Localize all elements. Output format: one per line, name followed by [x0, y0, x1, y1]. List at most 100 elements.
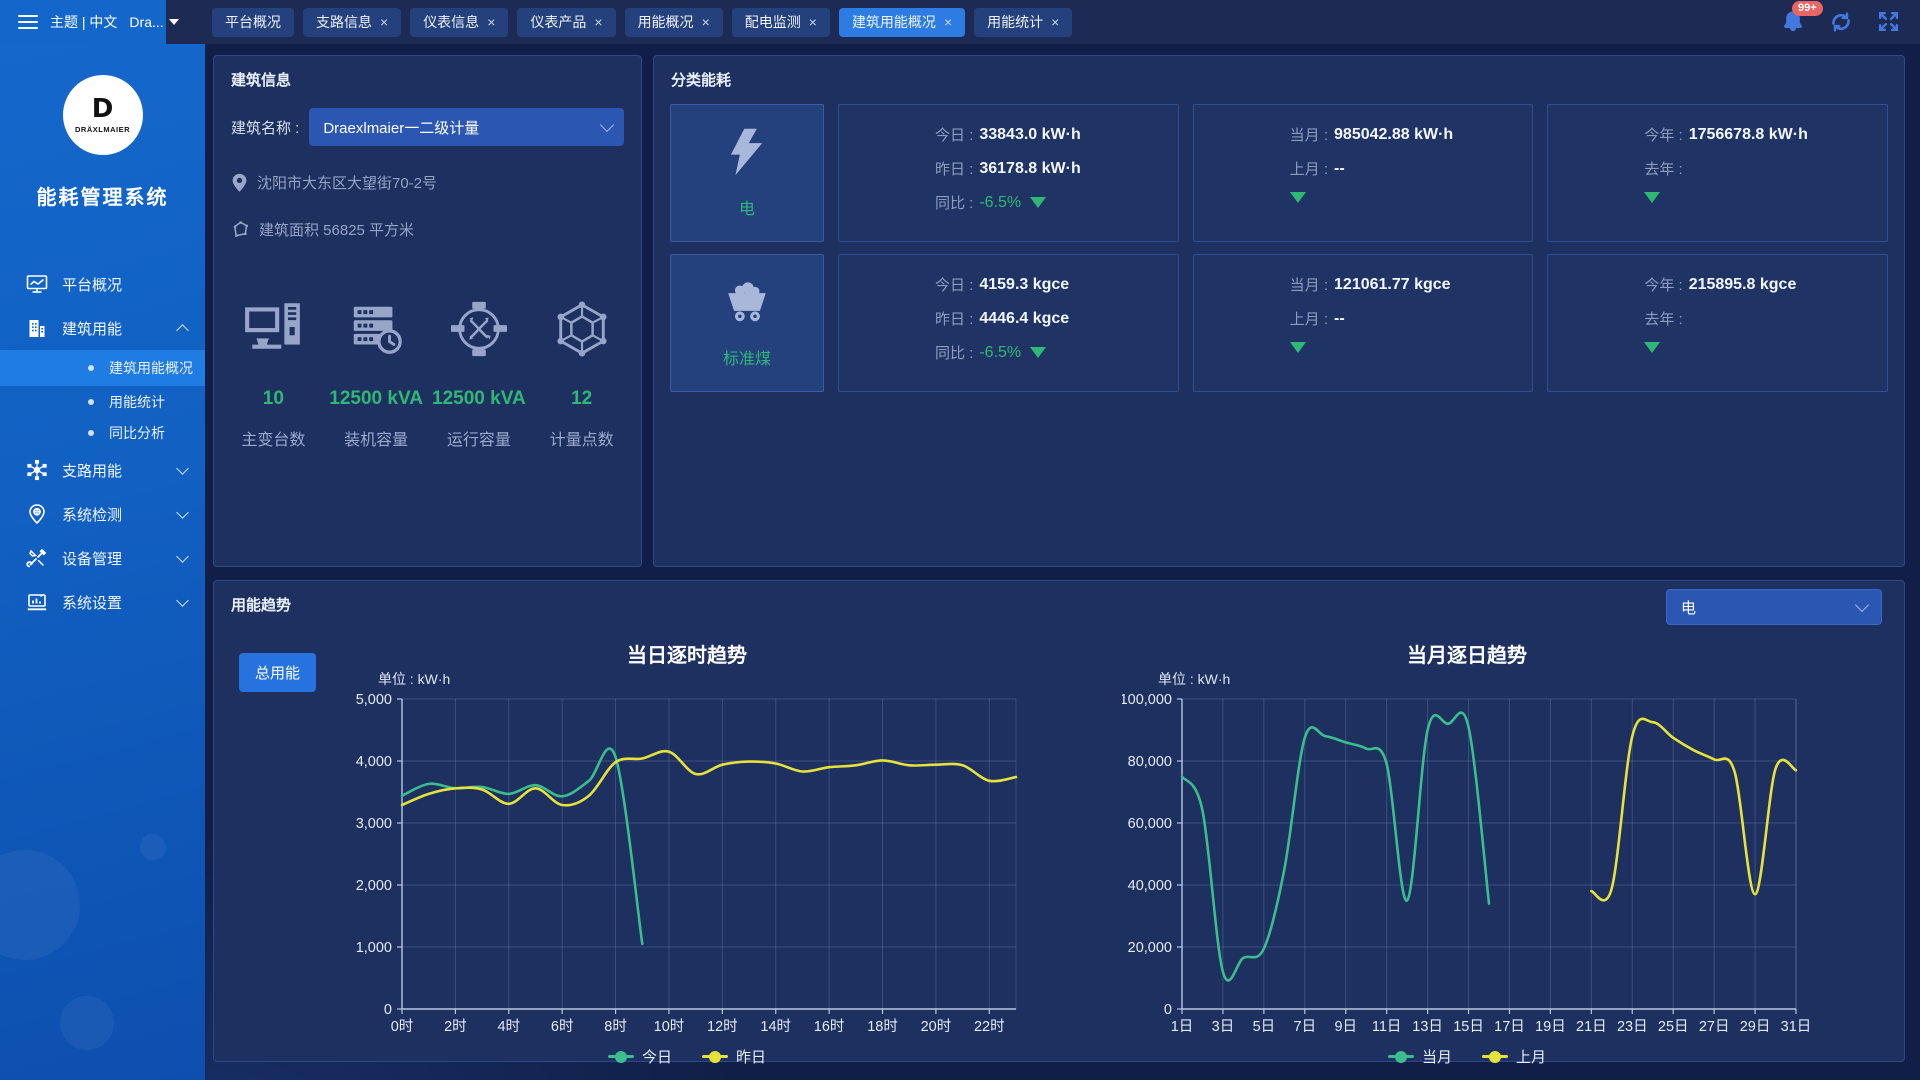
- trend-down-icon: [1290, 342, 1306, 353]
- workstation-icon: [222, 280, 325, 358]
- svg-text:20时: 20时: [921, 1018, 952, 1035]
- svg-text:15日: 15日: [1453, 1019, 1484, 1035]
- energy-trend-panel: 用能趋势 电 总用能 当日逐时趋势单位 : kW·h01,0002,0003,0…: [213, 580, 1905, 1062]
- sidebar-item-系统检测[interactable]: 系统检测: [0, 492, 205, 536]
- card-line: 当月 :985042.88 kW·h: [1290, 124, 1523, 145]
- tab-close-icon[interactable]: ×: [809, 15, 817, 29]
- tab-仪表产品[interactable]: 仪表产品×: [517, 8, 615, 37]
- card-line-label: 昨日 :: [935, 158, 973, 179]
- svg-text:18时: 18时: [867, 1018, 898, 1035]
- sidebar-subitem-同比分析[interactable]: 同比分析: [0, 417, 205, 448]
- map-pin-icon: [26, 503, 48, 525]
- sidebar-subitem-用能统计[interactable]: 用能统计: [0, 386, 205, 417]
- profile-dropdown[interactable]: Dra...: [129, 14, 178, 30]
- tab-close-icon[interactable]: ×: [380, 15, 388, 29]
- category-row-标准煤: 标准煤今日 :4159.3 kgce昨日 :4446.4 kgce同比 :-6.…: [670, 254, 1888, 392]
- energy-type-select[interactable]: 电: [1666, 589, 1882, 625]
- tab-仪表信息[interactable]: 仪表信息 ×: [410, 8, 508, 37]
- category-card: 今年 :215895.8 kgce去年 :: [1547, 254, 1888, 392]
- sidebar-subitem-建筑用能概况[interactable]: 建筑用能概况: [0, 350, 205, 386]
- tab-建筑用能概况[interactable]: 建筑用能概况×: [839, 8, 965, 37]
- svg-text:80,000: 80,000: [1128, 754, 1172, 770]
- tab-用能统计[interactable]: 用能统计×: [974, 8, 1072, 37]
- svg-text:12时: 12时: [707, 1018, 738, 1035]
- tab-配电监测[interactable]: 配电监测×: [732, 8, 830, 37]
- stat-label: 计量点数: [530, 426, 633, 450]
- sidebar-item-平台概况[interactable]: 平台概况: [0, 262, 205, 306]
- tab-平台概况[interactable]: 平台概况: [212, 8, 294, 37]
- sidebar-menu: 平台概况建筑用能建筑用能概况用能统计同比分析支路用能系统检测设备管理系统设置: [0, 262, 205, 624]
- total-energy-button[interactable]: 总用能: [239, 653, 316, 692]
- card-line-value: 36178.8 kW·h: [979, 160, 1080, 178]
- legend-item-昨日[interactable]: 昨日: [702, 1046, 766, 1067]
- tab-close-icon[interactable]: ×: [702, 15, 710, 29]
- sidebar-item-label: 设备管理: [62, 548, 122, 569]
- card-line-value: 4159.3 kgce: [979, 276, 1069, 294]
- tools-icon: [26, 547, 48, 569]
- legend-marker-icon: [1388, 1055, 1414, 1058]
- svg-text:2时: 2时: [444, 1018, 467, 1035]
- company-logo: D DRÄXLMAIER: [63, 75, 143, 155]
- card-line-label: 今年 :: [1644, 124, 1682, 145]
- chart-unit-label: 单位 : kW·h: [1158, 669, 1812, 689]
- card-line: 上月 :--: [1290, 308, 1523, 329]
- sidebar-item-label: 系统设置: [62, 592, 122, 613]
- legend-marker-icon: [1482, 1055, 1508, 1058]
- building-icon: [26, 317, 48, 339]
- sidebar-item-系统设置[interactable]: 系统设置: [0, 580, 205, 624]
- card-line-value: -6.5%: [979, 194, 1021, 212]
- chevron-down-icon: [176, 506, 189, 519]
- category-card: 今日 :33843.0 kW·h昨日 :36178.8 kW·h同比 :-6.5…: [838, 104, 1179, 242]
- sidebar-item-支路用能[interactable]: 支路用能: [0, 448, 205, 492]
- tab-close-icon[interactable]: ×: [487, 15, 495, 29]
- refresh-icon[interactable]: [1828, 9, 1854, 35]
- svg-text:3日: 3日: [1212, 1019, 1235, 1035]
- card-line: 同比 :-6.5%: [935, 342, 1168, 363]
- tab-用能概况[interactable]: 用能概况×: [625, 8, 723, 37]
- hamburger-menu-icon[interactable]: [18, 15, 38, 29]
- minecart-icon: [722, 277, 772, 332]
- topbar: 主题 | 中文 Dra... 平台概况支路信息×仪表信息×仪表产品×用能概况×配…: [0, 0, 1920, 44]
- category-rows: 电今日 :33843.0 kW·h昨日 :36178.8 kW·h同比 :-6.…: [670, 104, 1888, 392]
- server-clock-icon: [325, 280, 428, 358]
- card-line: 去年 :: [1644, 308, 1877, 329]
- chevron-down-icon: [176, 462, 189, 475]
- theme-language-label[interactable]: 主题 | 中文: [50, 12, 117, 32]
- card-trend-line: [1644, 342, 1877, 353]
- card-line-value: 215895.8 kgce: [1689, 276, 1797, 294]
- legend-item-上月[interactable]: 上月: [1482, 1046, 1546, 1067]
- legend-item-当月[interactable]: 当月: [1388, 1046, 1452, 1067]
- card-line-value: 121061.77 kgce: [1334, 276, 1451, 294]
- fullscreen-icon[interactable]: [1876, 9, 1902, 35]
- profile-label: Dra...: [129, 14, 163, 30]
- card-line: 昨日 : 36178.8 kW·h: [935, 158, 1168, 179]
- sidebar-item-建筑用能[interactable]: 建筑用能: [0, 306, 205, 350]
- sidebar-item-label: 建筑用能: [62, 318, 122, 339]
- tab-支路信息[interactable]: 支路信息×: [303, 8, 401, 37]
- svg-text:17日: 17日: [1494, 1019, 1525, 1035]
- tab-label: 仪表信息: [423, 12, 479, 32]
- tab-close-icon[interactable]: ×: [944, 15, 952, 29]
- tab-close-icon[interactable]: ×: [1051, 15, 1059, 29]
- sidebar-subitem-label: 用能统计: [109, 392, 165, 412]
- card-line: 昨日 :4446.4 kgce: [935, 308, 1168, 329]
- svg-text:29日: 29日: [1740, 1019, 1771, 1035]
- trend-down-icon: [1290, 192, 1306, 203]
- sidebar-item-设备管理[interactable]: 设备管理: [0, 536, 205, 580]
- card-line: 今日 :33843.0 kW·h: [935, 124, 1168, 145]
- tab-close-icon[interactable]: ×: [594, 15, 602, 29]
- svg-text:25日: 25日: [1658, 1019, 1689, 1035]
- svg-text:8时: 8时: [604, 1018, 627, 1035]
- notifications-bell-icon[interactable]: 99+: [1780, 9, 1806, 35]
- decor-bubble: [0, 850, 80, 960]
- building-stat-计量点数: 12计量点数: [530, 280, 633, 450]
- category-row-电: 电今日 :33843.0 kW·h昨日 :36178.8 kW·h同比 :-6.…: [670, 104, 1888, 242]
- stat-label: 装机容量: [325, 426, 428, 450]
- svg-text:1,000: 1,000: [356, 940, 392, 956]
- svg-text:10时: 10时: [654, 1018, 685, 1035]
- legend-item-今日[interactable]: 今日: [608, 1046, 672, 1067]
- location-pin-icon: [231, 173, 248, 193]
- svg-text:21日: 21日: [1576, 1019, 1607, 1035]
- building-name-select[interactable]: Draexlmaier一二级计量: [309, 108, 624, 146]
- svg-text:0: 0: [384, 1002, 392, 1018]
